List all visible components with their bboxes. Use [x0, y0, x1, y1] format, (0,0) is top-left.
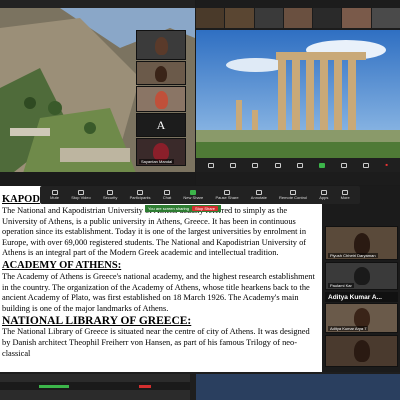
leave-button[interactable]: ■ — [385, 163, 387, 167]
video-tile-paulami[interactable]: Paulami Kar — [325, 262, 398, 290]
more-button[interactable]: More — [341, 190, 350, 200]
participant-strip — [196, 8, 400, 28]
video-tile-2[interactable] — [136, 61, 186, 85]
chat-button[interactable] — [296, 162, 303, 168]
participant-thumb[interactable] — [254, 8, 283, 28]
video-tile-aditya-header[interactable]: Aditya Kumar A... — [325, 292, 398, 302]
sharing-banner: You are screen sharing Stop Share — [145, 205, 222, 212]
temple-zeus-image — [196, 30, 400, 158]
video-tile-aditya[interactable]: Aditya Kumar Arya 7 — [325, 303, 398, 333]
participant-thumb[interactable] — [342, 8, 371, 28]
video-tile-extra[interactable] — [325, 335, 398, 367]
participant-thumb[interactable] — [225, 8, 254, 28]
new-share-button[interactable]: New Share — [183, 190, 203, 200]
video-tile-3[interactable] — [136, 86, 186, 112]
video-tile-4[interactable]: A — [136, 113, 186, 137]
avatar-initial: A — [156, 117, 166, 132]
participant-thumb[interactable] — [283, 8, 313, 28]
bottom-green-indicator — [39, 384, 69, 388]
shared-document: KAPOD The National and Kapodistrian Univ… — [0, 186, 322, 372]
bottom-screens — [0, 372, 400, 400]
participant-avatar — [354, 340, 370, 362]
doc-heading-library: NATIONAL LIBRARY OF GREECE: — [2, 315, 192, 328]
video-tile-5[interactable]: Sayantan Mandal — [136, 138, 186, 166]
mute-button[interactable]: Mute — [50, 190, 59, 200]
participant-avatar — [155, 37, 168, 55]
stop-video-button[interactable] — [230, 162, 237, 168]
doc-paragraph-university: The National and Kapodistrian University… — [2, 206, 307, 258]
participants-button[interactable]: Participants — [130, 190, 151, 200]
participant-avatar — [354, 267, 370, 285]
sharing-text: You are screen sharing — [148, 206, 189, 211]
video-tile-piyush[interactable]: Piyush Chhetri Daryaman — [325, 226, 398, 260]
tile-name: Piyush Chhetri Daryaman — [328, 253, 378, 258]
record-button[interactable] — [341, 162, 348, 168]
bottom-left-toolbar — [0, 382, 190, 390]
mute-button[interactable] — [208, 162, 215, 168]
top-left-mini-toolbar — [0, 172, 195, 185]
chat-button[interactable]: Chat — [163, 190, 171, 200]
top-left-screen: A Sayantan Mandal — [0, 0, 195, 185]
participant-thumb[interactable] — [196, 8, 225, 28]
participant-thumb[interactable] — [313, 8, 342, 28]
participant-avatar — [155, 91, 168, 109]
tile-name-large: Aditya Kumar A... — [328, 293, 382, 301]
annotate-button[interactable]: Annotate — [251, 190, 267, 200]
bottom-right-screen — [196, 374, 400, 400]
bottom-red-indicator — [139, 384, 151, 388]
doc-paragraph-library: The National Library of Greece is situat… — [2, 327, 310, 358]
security-button[interactable]: Security — [103, 190, 117, 200]
doc-heading-academy: ACADEMY OF ATHENS: — [2, 259, 122, 271]
share-screen-button[interactable] — [318, 162, 325, 168]
top-right-screen: ■ — [196, 0, 400, 185]
security-button[interactable] — [252, 162, 259, 168]
side-video-panel: Piyush Chhetri Daryaman Paulami Kar Adit… — [323, 186, 400, 372]
tile-name: Paulami Kar — [328, 283, 354, 288]
pause-share-button[interactable]: Pause Share — [215, 190, 239, 200]
stop-share-button[interactable]: Stop Share — [192, 206, 219, 211]
apps-button[interactable]: Apps — [319, 190, 328, 200]
share-toolbar: Mute Stop Video Security Participants Ch… — [40, 186, 360, 204]
participants-button[interactable] — [274, 162, 281, 168]
participant-avatar — [354, 308, 370, 328]
reactions-button[interactable] — [363, 162, 370, 168]
tile-name: Sayantan Mandal — [139, 159, 175, 164]
doc-paragraph-academy: The Academy of Athens is Greece's nation… — [2, 271, 315, 313]
participant-avatar — [354, 233, 370, 255]
tile-name: Aditya Kumar Arya 7 — [328, 326, 369, 331]
top-right-toolbar: ■ — [196, 158, 400, 172]
participant-avatar — [155, 66, 167, 82]
remote-control-button[interactable]: Remote Control — [279, 190, 307, 200]
bottom-left-screen — [0, 374, 190, 400]
participant-thumb[interactable] — [371, 8, 400, 28]
stop-video-button[interactable]: Stop Video — [71, 190, 91, 200]
video-tile-1[interactable] — [136, 30, 186, 60]
